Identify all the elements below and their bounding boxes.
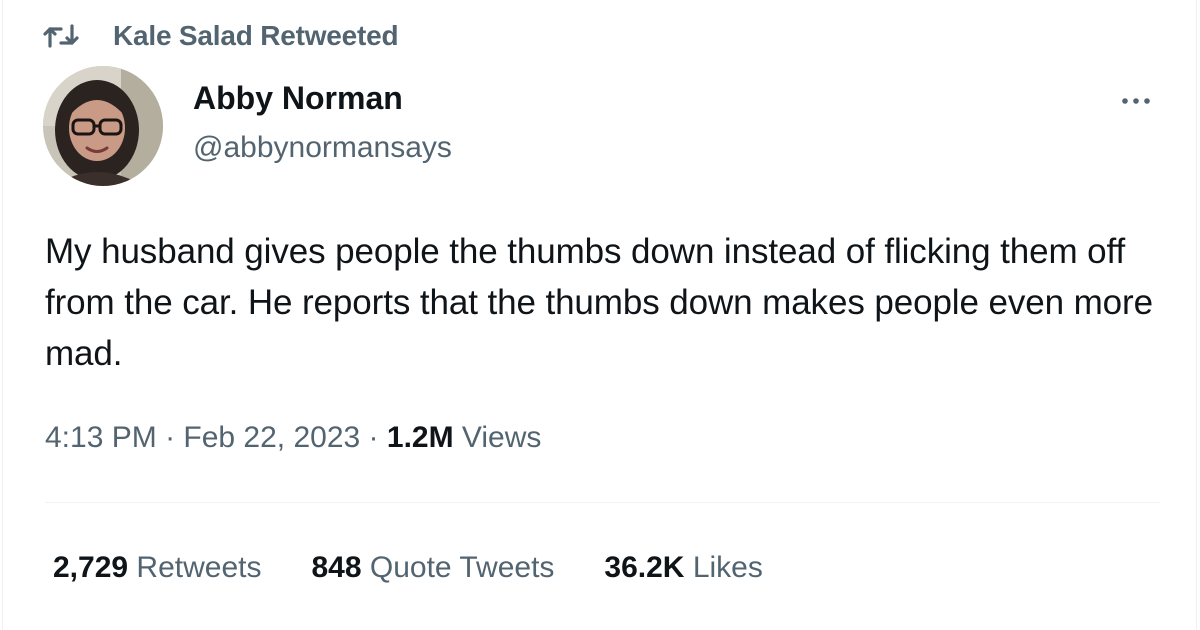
retweets-label: Retweets	[128, 551, 262, 584]
avatar[interactable]	[43, 66, 163, 186]
likes-label: Likes	[684, 551, 763, 584]
retweets-stat[interactable]: 2,729 Retweets	[53, 544, 261, 592]
views-count: 1.2M	[386, 421, 454, 454]
tweet-date[interactable]: Feb 22, 2023	[183, 421, 360, 454]
divider	[45, 502, 1160, 503]
tweet-card: Kale Salad Retweeted Abby Norman @abbyno…	[2, 0, 1197, 630]
author-display-name[interactable]: Abby Norman	[193, 78, 403, 118]
tweet-text: My husband gives people the thumbs down …	[45, 232, 1153, 373]
retweet-label: Kale Salad Retweeted	[113, 20, 399, 51]
views-label: Views	[453, 421, 542, 454]
retweet-icon	[43, 22, 79, 50]
quote-tweets-stat[interactable]: 848 Quote Tweets	[311, 544, 554, 592]
meta-separator: ·	[360, 421, 387, 454]
likes-count: 36.2K	[604, 551, 685, 584]
retweet-context[interactable]: Kale Salad Retweeted	[43, 18, 399, 54]
author-handle[interactable]: @abbynormansays	[193, 128, 452, 168]
tweet-stats: 2,729 Retweets 848 Quote Tweets 36.2K Li…	[53, 544, 813, 592]
tweet-meta: 4:13 PM · Feb 22, 2023 · 1.2M Views	[45, 414, 541, 462]
quotes-count: 848	[311, 551, 362, 584]
quotes-label: Quote Tweets	[361, 551, 555, 584]
likes-stat[interactable]: 36.2K Likes	[604, 544, 762, 592]
meta-separator: ·	[156, 421, 184, 454]
retweets-count: 2,729	[53, 551, 129, 584]
tweet-time[interactable]: 4:13 PM	[45, 421, 157, 454]
more-icon[interactable]	[1115, 86, 1159, 116]
